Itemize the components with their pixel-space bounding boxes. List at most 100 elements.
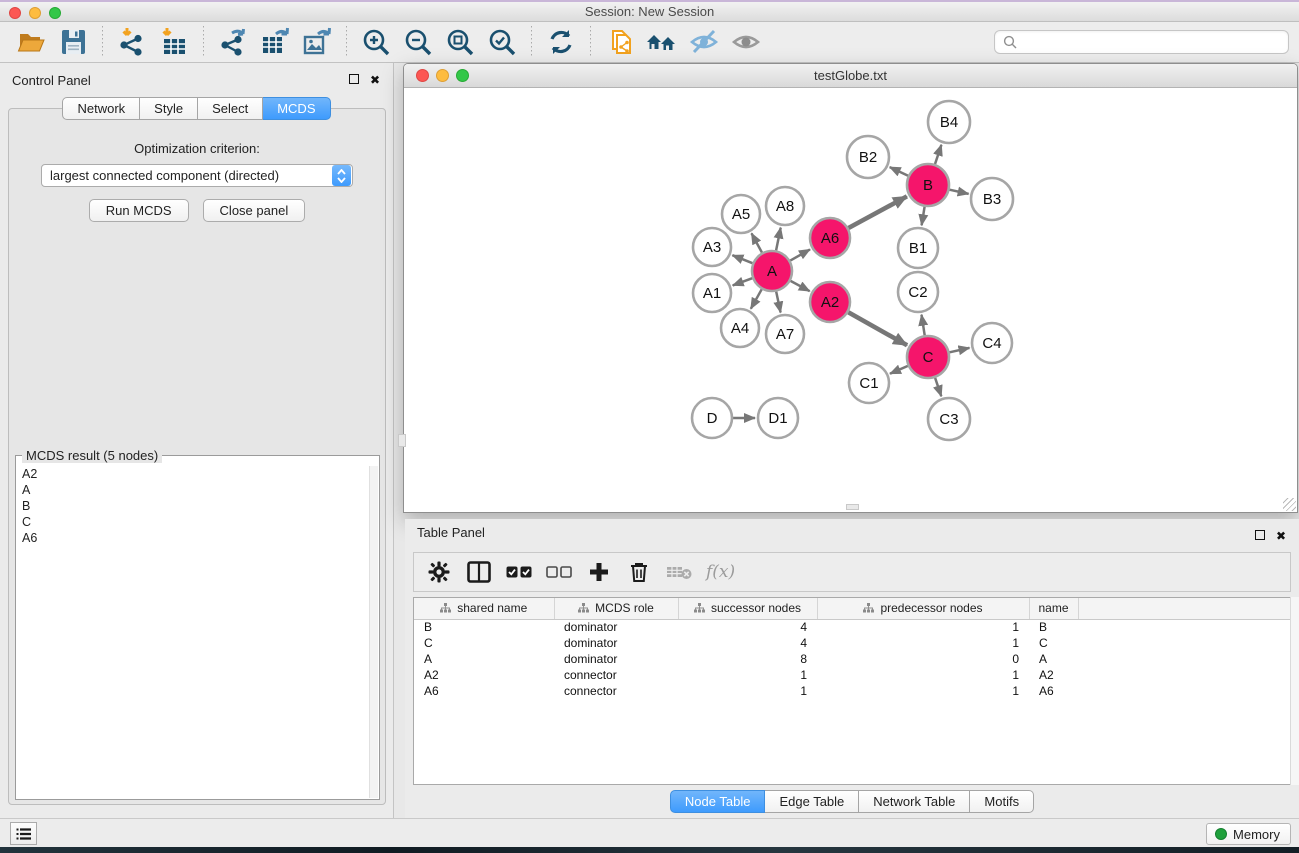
node-A6[interactable]: A6 [810,218,850,258]
zoom-selected-icon[interactable] [485,25,519,59]
network-vertical-scrollbar[interactable] [397,89,404,504]
edge-A-A2[interactable] [791,281,810,291]
import-table-icon[interactable] [157,25,191,59]
search-input[interactable] [1023,35,1280,49]
cell-mcds-role[interactable]: connector [554,683,678,699]
settings-gear-icon[interactable] [426,559,452,585]
node-C[interactable]: C [907,336,949,378]
close-panel-button[interactable]: Close panel [203,199,306,222]
node-D[interactable]: D [692,398,732,438]
node-C2[interactable]: C2 [898,272,938,312]
cell-predecessor-nodes[interactable]: 1 [817,683,1029,699]
edge-C-C4[interactable] [950,348,970,352]
mcds-result-item[interactable]: B [22,498,373,514]
show-all-icon[interactable] [729,25,763,59]
tab-edge-table[interactable]: Edge Table [765,790,859,813]
export-table-icon[interactable] [258,25,292,59]
column-header-predecessor-nodes[interactable]: predecessor nodes [817,598,1029,619]
edge-A-A7[interactable] [776,292,780,313]
formula-builder-icon[interactable]: f(x) [706,562,735,582]
node-B3[interactable]: B3 [971,178,1013,220]
cell-successor-nodes[interactable]: 8 [678,651,817,667]
column-header-shared-name[interactable]: shared name [414,598,554,619]
mcds-result-item[interactable]: C [22,514,373,530]
cell-name[interactable]: A2 [1029,667,1078,683]
mcds-result-item[interactable]: A [22,482,373,498]
mcds-result-scrollbar[interactable] [369,466,378,798]
window-resize-grip[interactable] [1283,498,1296,511]
new-network-from-selection-icon[interactable] [603,25,637,59]
node-C1[interactable]: C1 [849,363,889,403]
mcds-result-item[interactable]: A2 [22,466,373,482]
cell-predecessor-nodes[interactable]: 1 [817,619,1029,635]
edge-B-B4[interactable] [935,145,941,164]
node-A5[interactable]: A5 [722,195,760,233]
node-A2[interactable]: A2 [810,282,850,322]
node-B1[interactable]: B1 [898,228,938,268]
close-panel-icon[interactable]: ✖ [369,74,381,86]
tab-mcds[interactable]: MCDS [263,97,330,120]
edge-A-A4[interactable] [751,289,762,309]
node-C3[interactable]: C3 [928,398,970,440]
cell-successor-nodes[interactable]: 1 [678,683,817,699]
cell-successor-nodes[interactable]: 4 [678,635,817,651]
cell-predecessor-nodes[interactable]: 0 [817,651,1029,667]
node-D1[interactable]: D1 [758,398,798,438]
node-A8[interactable]: A8 [766,187,804,225]
edge-C-C2[interactable] [922,315,925,336]
node-B2[interactable]: B2 [847,136,889,178]
zoom-window-button[interactable] [49,7,61,19]
tab-motifs[interactable]: Motifs [970,790,1034,813]
home-layout-icon[interactable] [645,25,679,59]
cell-shared-name[interactable]: C [414,635,554,651]
column-header-successor-nodes[interactable]: successor nodes [678,598,817,619]
edge-C-C1[interactable] [890,366,908,374]
delete-column-icon[interactable] [626,559,652,585]
tab-node-table[interactable]: Node Table [670,790,766,813]
cell-shared-name[interactable]: A6 [414,683,554,699]
tab-style[interactable]: Style [140,97,198,120]
edge-A-A8[interactable] [776,228,781,251]
export-image-icon[interactable] [300,25,334,59]
network-zoom-button[interactable] [456,69,469,82]
network-canvas[interactable]: B4B2BB3A5A8A6B1A3AC2A1A2A4A7CC4C1C3DD1 [406,89,1295,504]
cell-predecessor-nodes[interactable]: 1 [817,667,1029,683]
table-row[interactable]: Adominator80A [414,651,1290,667]
close-panel-icon[interactable]: ✖ [1275,530,1287,542]
network-close-button[interactable] [416,69,429,82]
node-A1[interactable]: A1 [693,274,731,312]
table-row[interactable]: Cdominator41C [414,635,1290,651]
edge-B-B1[interactable] [922,207,925,226]
column-layout-icon[interactable] [466,559,492,585]
scrollbar-thumb[interactable] [398,434,406,447]
add-column-icon[interactable] [586,559,612,585]
cell-successor-nodes[interactable]: 4 [678,619,817,635]
task-history-button[interactable] [10,822,37,845]
search-box[interactable] [994,30,1289,54]
column-header-mcds-role[interactable]: MCDS role [554,598,678,619]
cell-predecessor-nodes[interactable]: 1 [817,635,1029,651]
network-minimize-button[interactable] [436,69,449,82]
cell-name[interactable]: B [1029,619,1078,635]
cell-name[interactable]: A [1029,651,1078,667]
column-header-name[interactable]: name [1029,598,1078,619]
run-mcds-button[interactable]: Run MCDS [89,199,189,222]
edge-A-A5[interactable] [752,233,763,252]
float-panel-icon[interactable] [349,74,359,84]
cell-mcds-role[interactable]: connector [554,667,678,683]
table-row[interactable]: A6connector11A6 [414,683,1290,699]
network-horizontal-scrollbar[interactable] [406,504,1295,511]
network-window-titlebar[interactable]: testGlobe.txt [404,64,1297,88]
close-window-button[interactable] [9,7,21,19]
cell-successor-nodes[interactable]: 1 [678,667,817,683]
select-all-checkboxes-icon[interactable] [506,559,532,585]
cell-name[interactable]: C [1029,635,1078,651]
cell-mcds-role[interactable]: dominator [554,635,678,651]
edge-C-C3[interactable] [935,378,941,397]
refresh-layout-icon[interactable] [544,25,578,59]
tab-network-table[interactable]: Network Table [859,790,970,813]
float-panel-icon[interactable] [1255,530,1265,540]
delete-table-icon[interactable] [666,559,692,585]
save-session-icon[interactable] [56,25,90,59]
node-B4[interactable]: B4 [928,101,970,143]
